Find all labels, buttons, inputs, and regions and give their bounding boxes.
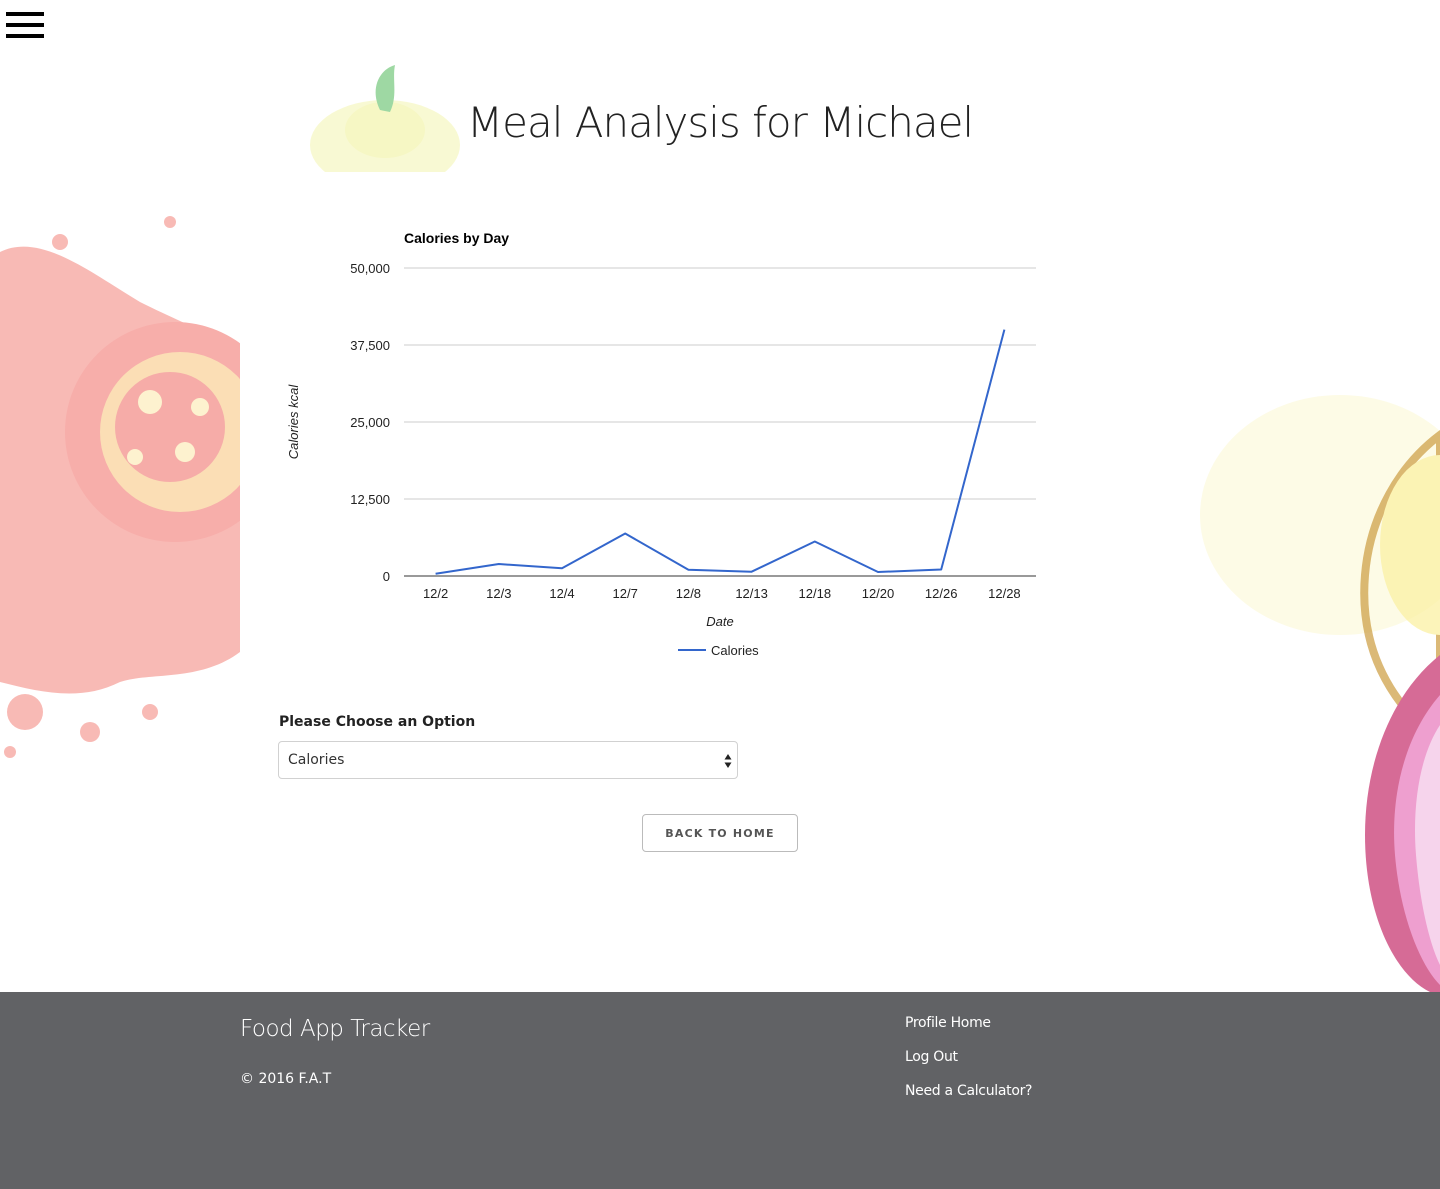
y-tick-label: 12,500 [350,492,390,507]
option-select-label: Please Choose an Option [279,714,476,730]
chart-series [435,329,1006,575]
y-axis-ticks: 0 12,500 25,000 37,500 50,000 [350,261,390,584]
y-tick-label: 50,000 [350,261,390,276]
y-axis-label: Calories kcal [286,384,301,460]
select-arrows-icon [724,753,732,769]
y-tick-label: 0 [383,569,390,584]
x-tick-label: 12/20 [862,586,895,601]
legend-label: Calories [711,643,759,658]
footer-link-log-out[interactable]: Log Out [905,1049,958,1065]
page-title: Meal Analysis for Michael [466,98,974,147]
lemon-onion-art [1190,395,1440,992]
x-tick-label: 12/7 [613,586,638,601]
x-tick-label: 12/3 [486,586,511,601]
footer-link-calculator[interactable]: Need a Calculator? [905,1083,1033,1099]
x-tick-label: 12/2 [423,586,448,601]
tomato-splash-art [0,212,240,772]
option-select-value: Calories [288,752,345,768]
x-axis-label: Date [706,614,733,629]
x-tick-label: 12/28 [988,586,1021,601]
chart-legend: Calories [678,643,759,658]
footer-links: Profile Home Log Out Need a Calculator? [905,1014,1033,1116]
option-select[interactable]: Calories [278,741,738,779]
x-tick-label: 12/8 [676,586,701,601]
y-tick-label: 25,000 [350,415,390,430]
series-line-calories [435,329,1006,575]
footer-link-profile-home[interactable]: Profile Home [905,1015,991,1031]
x-axis-ticks: 12/2 12/3 12/4 12/7 12/8 12/13 12/18 12/20 12/26… [423,586,1021,601]
back-to-home-button[interactable]: BACK TO HOME [642,814,798,852]
chart-title: Calories by Day [404,230,509,246]
y-tick-label: 37,500 [350,338,390,353]
hamburger-menu-icon[interactable] [6,12,44,38]
x-tick-label: 12/18 [799,586,832,601]
footer-brand: Food App Tracker [240,1016,430,1042]
x-tick-label: 12/4 [549,586,574,601]
footer: Food App Tracker © 2016 F.A.T Profile Ho… [0,992,1440,1189]
x-tick-label: 12/13 [735,586,768,601]
chart-gridlines [404,267,1036,577]
footer-copyright: © 2016 F.A.T [240,1071,332,1087]
x-tick-label: 12/26 [925,586,958,601]
calories-chart: Calories by Day 0 12,500 25,000 37,500 50,00… [280,215,1060,675]
